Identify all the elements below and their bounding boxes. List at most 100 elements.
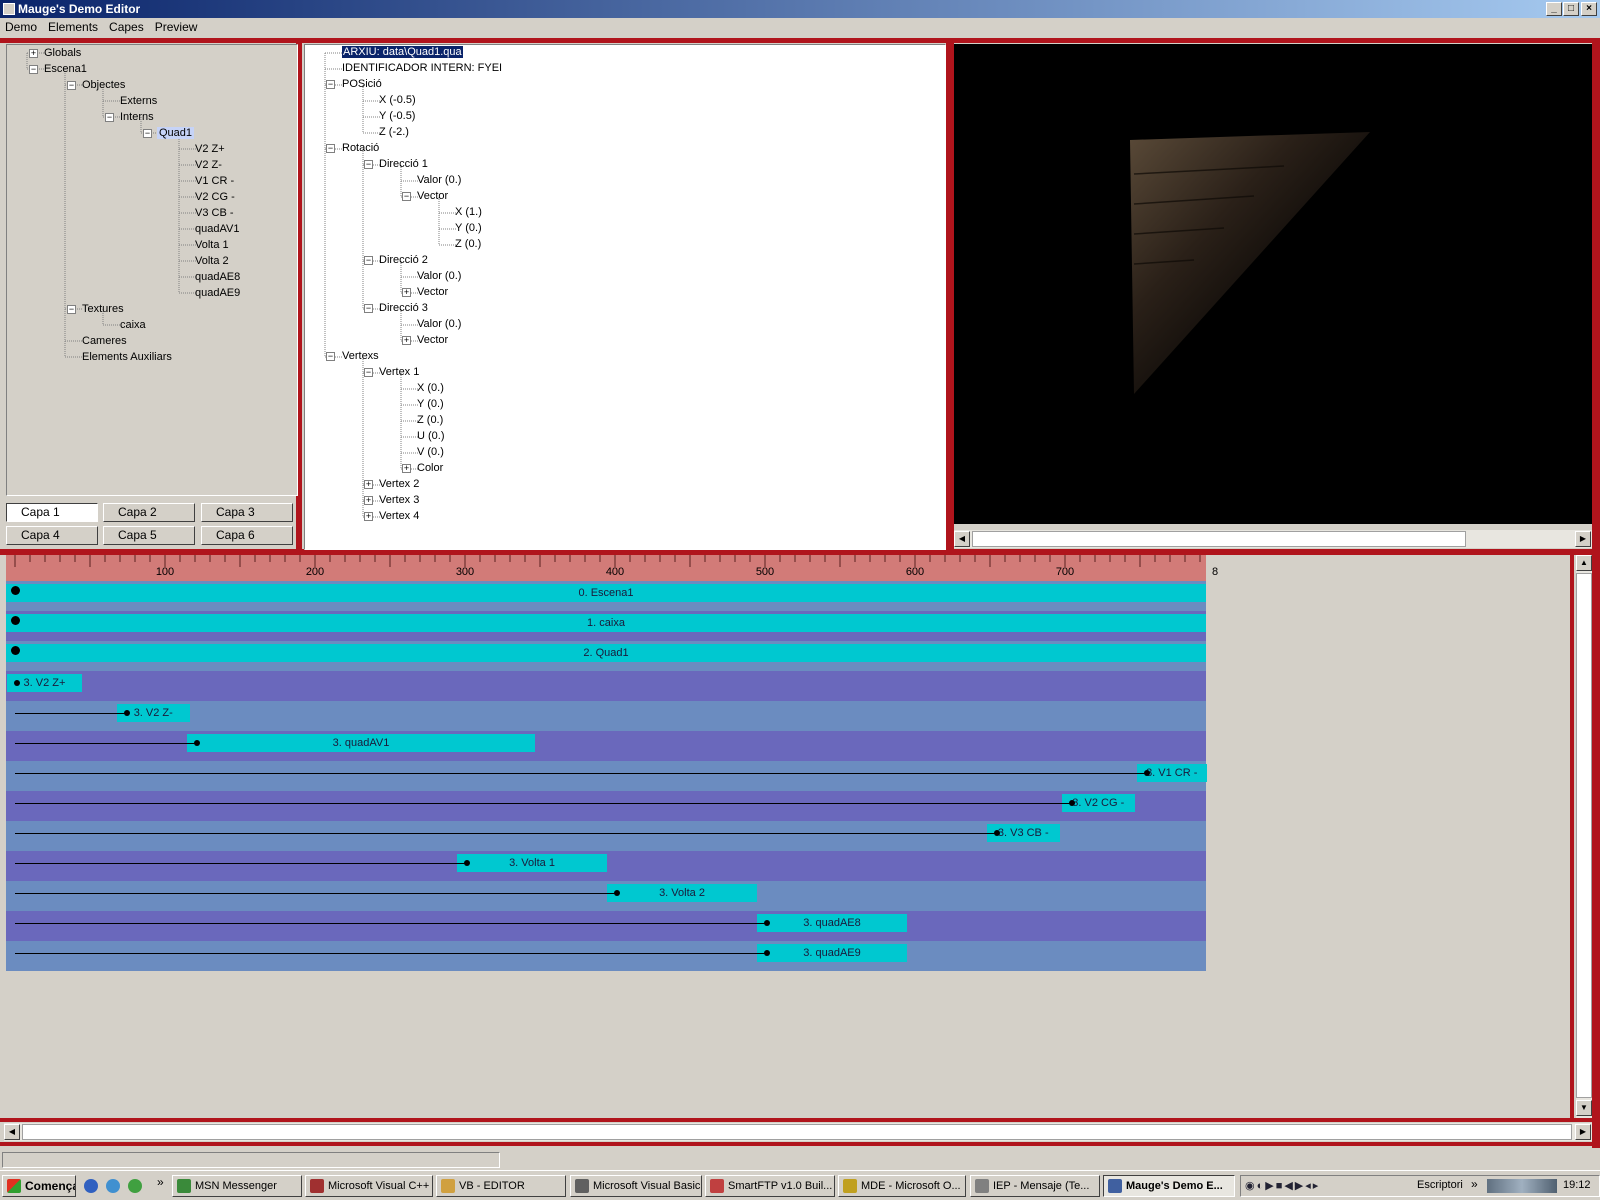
close-button[interactable]: × (1581, 2, 1597, 16)
timeline-block[interactable]: 3. quadAE8 (757, 914, 907, 932)
scene-tree-node[interactable]: Volta 1 (195, 237, 229, 253)
collapse-icon[interactable]: − (29, 65, 38, 74)
scene-tree-node[interactable]: Externs (120, 93, 157, 109)
property-node[interactable]: Valor (0.) (417, 268, 461, 284)
timeline-hscroll[interactable]: ◀ ▶ (4, 1123, 1592, 1141)
start-button[interactable]: Comença (2, 1175, 76, 1197)
menu-preview[interactable]: Preview (150, 18, 204, 34)
property-node[interactable]: Z (-2.) (379, 124, 409, 140)
keyframe-dot[interactable] (194, 740, 200, 746)
property-node[interactable]: Direcció 1 (379, 156, 428, 172)
ie-icon[interactable] (84, 1179, 98, 1193)
keyframe-dot[interactable] (11, 646, 20, 655)
scene-tree-node[interactable]: Globals (44, 45, 81, 61)
property-node[interactable]: Vector (417, 332, 448, 348)
scene-tree-node[interactable]: V1 CR - (195, 173, 234, 189)
timeline-block[interactable]: 0. Escena1 (6, 584, 1206, 602)
tray-chevron-icon[interactable]: » (1471, 1177, 1478, 1191)
clock[interactable]: 19:12 (1563, 1179, 1591, 1191)
property-node[interactable]: Vertex 1 (379, 364, 419, 380)
scene-tree-node[interactable]: quadAV1 (195, 221, 239, 237)
vscroll-thumb[interactable] (1576, 573, 1592, 1098)
keyframe-dot[interactable] (464, 860, 470, 866)
scene-tree-node[interactable]: V3 CB - (195, 205, 234, 221)
property-node[interactable]: Color (417, 460, 443, 476)
property-node[interactable]: Vertex 3 (379, 492, 419, 508)
property-node[interactable]: ARXIU: data\Quad1.qua (342, 44, 463, 60)
expand-icon[interactable]: + (402, 336, 411, 345)
collapse-icon[interactable]: − (364, 304, 373, 313)
timeline-block[interactable]: 1. caixa (6, 614, 1206, 632)
hscroll-left-button[interactable]: ◀ (4, 1124, 20, 1140)
scroll-left-button[interactable]: ◀ (954, 531, 970, 547)
property-node[interactable]: POSició (342, 76, 382, 92)
taskbar-button[interactable]: Microsoft Visual Basic (570, 1175, 702, 1197)
scene-tree-node[interactable]: Cameres (82, 333, 127, 349)
property-node[interactable]: Vertex 2 (379, 476, 419, 492)
collapse-icon[interactable]: − (326, 352, 335, 361)
expand-icon[interactable]: + (364, 480, 373, 489)
collapse-icon[interactable]: − (326, 144, 335, 153)
timeline-block[interactable]: 2. Quad1 (6, 644, 1206, 662)
capa-tab-1[interactable]: Capa 1 (6, 503, 98, 522)
keyframe-dot[interactable] (993, 830, 1000, 836)
scroll-thumb[interactable] (972, 531, 1466, 547)
taskbar-button[interactable]: SmartFTP v1.0 Buil... (705, 1175, 835, 1197)
menu-elements[interactable]: Elements (43, 18, 104, 34)
taskbar-button[interactable]: MSN Messenger (172, 1175, 302, 1197)
property-node[interactable]: Z (0.) (455, 236, 481, 252)
viewport-scrollbar[interactable]: ◀ ▶ (954, 530, 1592, 548)
collapse-icon[interactable]: − (67, 81, 76, 90)
scene-tree-node[interactable]: quadAE8 (195, 269, 240, 285)
scene-tree-node[interactable]: quadAE9 (195, 285, 240, 301)
capa-tab-2[interactable]: Capa 2 (103, 503, 195, 522)
keyframe-dot[interactable] (11, 586, 20, 595)
hscroll-right-button[interactable]: ▶ (1575, 1124, 1591, 1140)
taskbar-button[interactable]: Microsoft Visual C++ (305, 1175, 433, 1197)
taskbar-button[interactable]: IEP - Mensaje (Te... (970, 1175, 1100, 1197)
scene-tree-node[interactable]: V2 Z- (195, 157, 222, 173)
property-node[interactable]: IDENTIFICADOR INTERN: FYEI (342, 60, 502, 76)
timeline-block[interactable]: 3. Volta 2 (607, 884, 757, 902)
scroll-right-button[interactable]: ▶ (1575, 531, 1591, 547)
property-node[interactable]: Rotació (342, 140, 379, 156)
minimize-button[interactable]: _ (1546, 2, 1562, 16)
timeline-block[interactable]: 3. quadAE9 (757, 944, 907, 962)
collapse-icon[interactable]: − (143, 129, 152, 138)
property-node[interactable]: Vertexs (342, 348, 379, 364)
property-node[interactable]: Direcció 3 (379, 300, 428, 316)
property-node[interactable]: X (1.) (455, 204, 482, 220)
scene-tree-node[interactable]: V2 CG - (195, 189, 235, 205)
keyframe-dot[interactable] (11, 616, 20, 625)
scene-tree-node[interactable]: Escena1 (44, 61, 87, 77)
property-node[interactable]: V (0.) (417, 444, 444, 460)
scroll-up-button[interactable]: ▲ (1576, 555, 1592, 571)
property-node[interactable]: X (-0.5) (379, 92, 416, 108)
collapse-icon[interactable]: − (402, 192, 411, 201)
capa-tab-3[interactable]: Capa 3 (201, 503, 293, 522)
property-node[interactable]: Vector (417, 188, 448, 204)
property-node[interactable]: Valor (0.) (417, 316, 461, 332)
scene-tree-node[interactable]: caixa (120, 317, 146, 333)
capa-tab-6[interactable]: Capa 6 (201, 526, 293, 545)
timeline-block[interactable]: 3. quadAV1 (187, 734, 535, 752)
property-node[interactable]: Vector (417, 284, 448, 300)
quicklaunch-chevron-icon[interactable]: » (157, 1175, 164, 1189)
collapse-icon[interactable]: − (364, 160, 373, 169)
media-controls-icon[interactable]: ◉◐▶■◀▶◂▸ (1245, 1179, 1320, 1192)
property-node[interactable]: U (0.) (417, 428, 445, 444)
taskbar-button[interactable]: Mauge's Demo E... (1103, 1175, 1235, 1197)
collapse-icon[interactable]: − (67, 305, 76, 314)
expand-icon[interactable]: + (29, 49, 38, 58)
property-node[interactable]: Vertex 4 (379, 508, 419, 524)
scene-tree-node[interactable]: Volta 2 (195, 253, 229, 269)
collapse-icon[interactable]: − (364, 368, 373, 377)
keyframe-dot[interactable] (14, 680, 20, 686)
taskbar-button[interactable]: MDE - Microsoft O... (838, 1175, 966, 1197)
menu-demo[interactable]: Demo (0, 18, 43, 34)
media-icon[interactable] (128, 1179, 142, 1193)
desktop-icon[interactable] (106, 1179, 120, 1193)
timeline-ruler[interactable]: 100 200 300 400 500 600 700 8 (6, 555, 1218, 581)
maximize-button[interactable]: □ (1563, 2, 1579, 16)
property-node[interactable]: Direcció 2 (379, 252, 428, 268)
